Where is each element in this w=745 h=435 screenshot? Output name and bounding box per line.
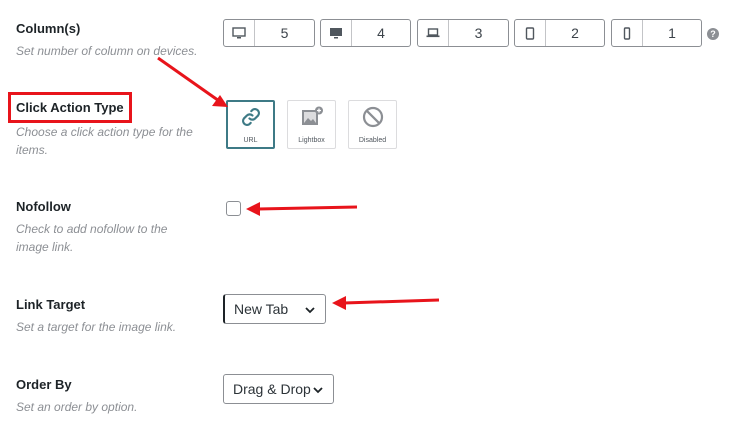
annotation-arrows	[157, 56, 440, 310]
arrow-to-link-target-select	[332, 296, 440, 310]
arrow-to-url-option	[157, 56, 228, 107]
arrow-to-nofollow-checkbox	[246, 202, 358, 216]
